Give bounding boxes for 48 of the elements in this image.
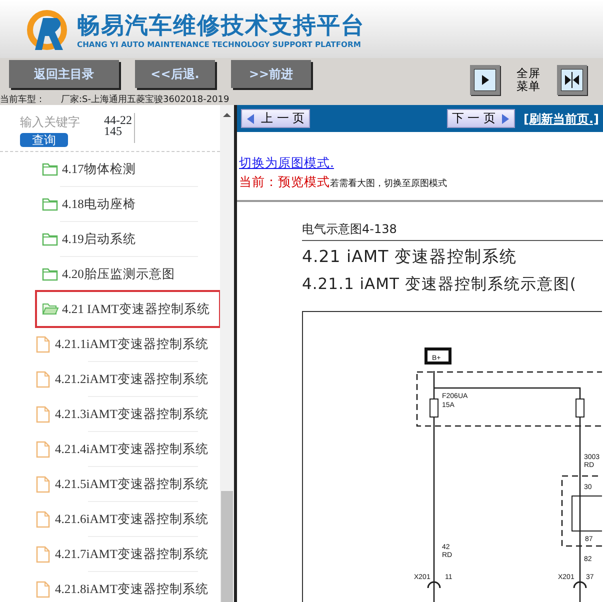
keyword-field[interactable]: 44-22145: [104, 113, 135, 143]
collapse-icon: [561, 69, 583, 91]
tree-item[interactable]: 4.21.5iAMT变速器控制系统: [0, 467, 219, 501]
site-title: 畅易汽车维修技术支持平台: [77, 13, 365, 40]
document-subheading: 4.21.1 iAMT 变速器控制系统示意图(: [302, 274, 578, 296]
tree-item[interactable]: 4.19启动系统: [0, 222, 219, 256]
expand-icon: [474, 69, 496, 91]
next-page-button[interactable]: 下 一 页: [446, 109, 516, 128]
document-icon: [35, 476, 52, 492]
tree-item[interactable]: 4.21.6iAMT变速器控制系统: [0, 502, 219, 536]
document-icon: [35, 510, 52, 528]
page-label: 电气示意图4-138: [302, 220, 603, 240]
tree-item[interactable]: 4.21.3iAMT变速器控制系统: [0, 397, 219, 431]
document-icon: [35, 546, 52, 562]
tree-item[interactable]: 4.21.1iAMT变速器控制系统: [0, 327, 219, 361]
document-icon: [35, 370, 52, 388]
tree-item[interactable]: 4.20胎压监测示意图: [0, 257, 219, 291]
collapse-button[interactable]: [557, 65, 587, 95]
mode-hint: 若需看大图，切换至原图模式: [330, 178, 447, 189]
fullscreen-menu-label: 全屏菜单: [516, 67, 541, 93]
home-button[interactable]: 返回主目录: [9, 60, 119, 88]
forward-button[interactable]: >>前进: [231, 60, 311, 88]
refresh-link[interactable]: [刷新当前页.]: [523, 110, 599, 128]
tree-item[interactable]: 4.21.4iAMT变速器控制系统: [0, 432, 219, 466]
right-arrow-icon: [501, 112, 510, 124]
document-icon: [35, 580, 52, 598]
previous-page-button[interactable]: 上 一 页: [241, 109, 310, 128]
scrollbar-thumb[interactable]: [221, 491, 233, 602]
tree-item[interactable]: 4.18电动座椅: [0, 187, 219, 221]
vehicle-label: 当前车型：: [0, 95, 45, 105]
back-button[interactable]: <<后退.: [135, 60, 215, 88]
document-icon: [35, 406, 52, 422]
tree-item[interactable]: 4.21 IAMT变速器控制系统: [37, 292, 219, 326]
left-arrow-icon: [246, 112, 255, 124]
keyword-label: 输入关键字: [20, 114, 80, 131]
current-mode-label: 当前：预览模式: [239, 174, 330, 189]
document-icon: [35, 440, 52, 458]
document-heading: 4.21 iAMT 变速器控制系统: [302, 246, 518, 268]
tree-item[interactable]: 4.21.7iAMT变速器控制系统: [0, 537, 219, 571]
switch-mode-link[interactable]: 切换为原图模式.: [239, 154, 603, 173]
tree-item[interactable]: 4.21.2iAMT变速器控制系统: [0, 362, 219, 396]
scrollbar[interactable]: [220, 105, 234, 602]
document-icon: [35, 336, 52, 352]
vehicle-value: 厂家:S-上海通用五菱宝骏3602018-2019: [61, 95, 230, 105]
expand-button[interactable]: [470, 65, 500, 95]
tree-item[interactable]: 4.21.8iAMT变速器控制系统: [0, 572, 219, 602]
search-button[interactable]: 查询: [20, 133, 68, 147]
tree-item[interactable]: 4.17物体检测: [0, 152, 219, 186]
